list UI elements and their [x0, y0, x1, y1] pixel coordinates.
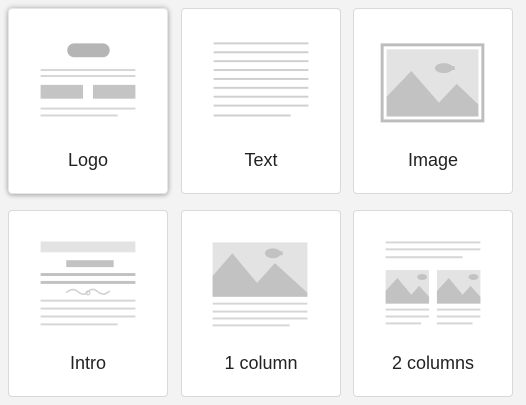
template-card-intro[interactable]: Intro [8, 210, 168, 397]
image-layout-icon [380, 43, 485, 123]
intro-layout-icon [40, 241, 136, 326]
template-card-1-column[interactable]: 1 column [181, 210, 341, 397]
template-grid: Logo Text Image Intro 1 column 2 columns [0, 0, 526, 405]
template-label: 2 columns [391, 353, 475, 373]
template-label: Logo [67, 150, 109, 170]
logo-layout-icon [40, 43, 136, 117]
one-column-layout-icon [212, 242, 308, 327]
two-columns-layout-icon [385, 241, 481, 325]
template-card-image[interactable]: Image [353, 8, 513, 194]
text-layout-icon [213, 42, 309, 117]
template-label: 1 column [224, 353, 298, 373]
template-label: Image [407, 150, 459, 170]
template-card-text[interactable]: Text [181, 8, 341, 194]
template-label: Intro [69, 353, 107, 373]
template-label: Text [244, 150, 278, 170]
template-card-logo[interactable]: Logo [8, 8, 168, 194]
template-card-2-columns[interactable]: 2 columns [353, 210, 513, 397]
